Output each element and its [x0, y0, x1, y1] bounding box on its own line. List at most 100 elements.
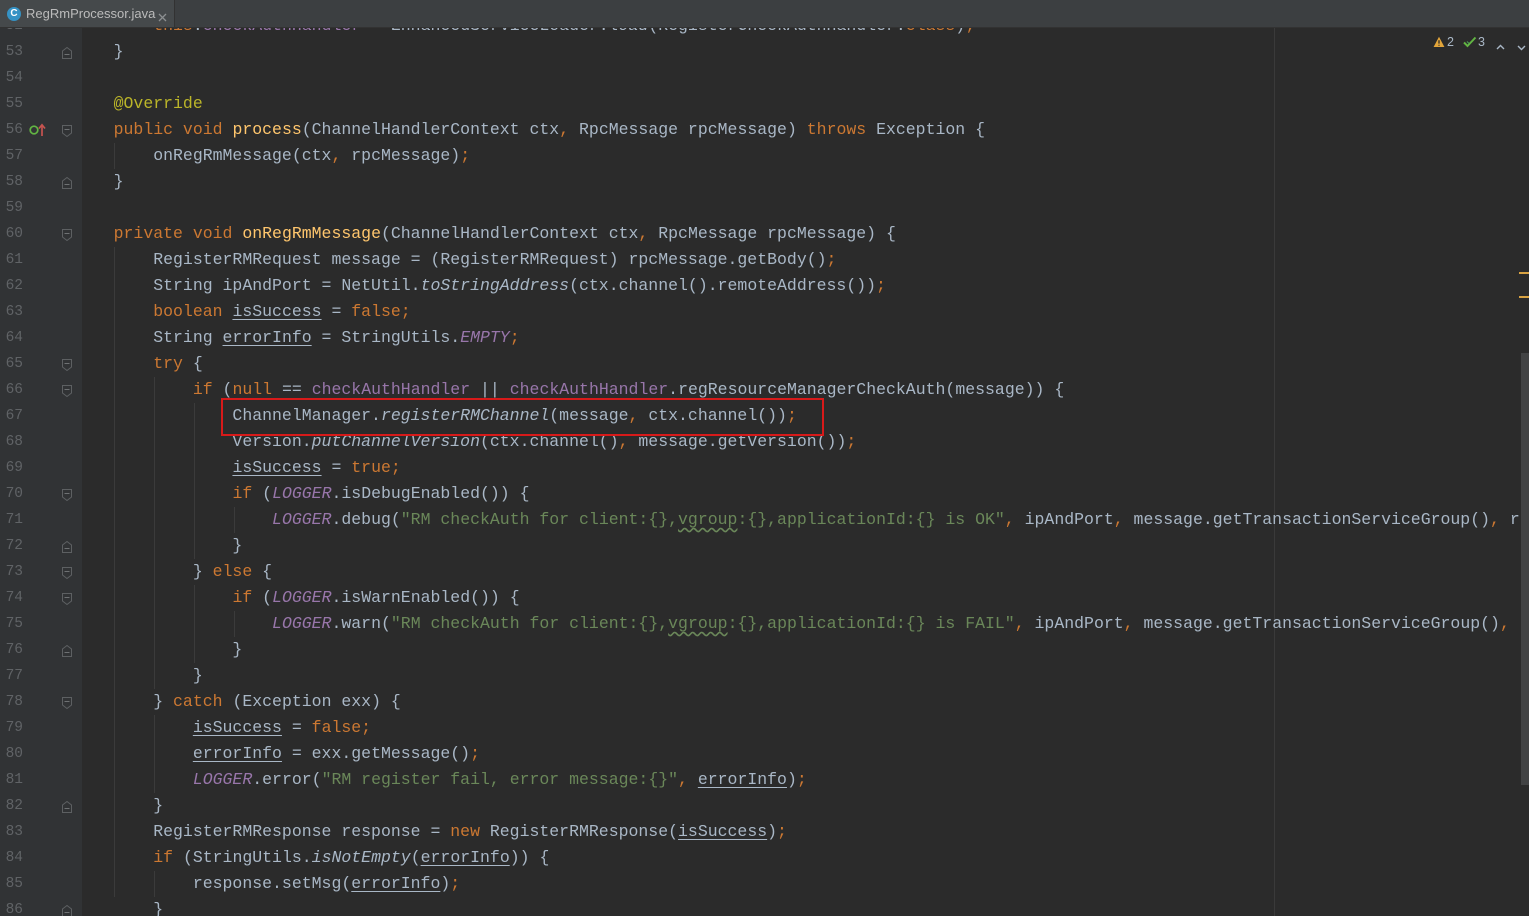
- code-line[interactable]: 73 } else {: [0, 559, 1529, 585]
- code-text[interactable]: if (LOGGER.isDebugEnabled()) {: [74, 481, 529, 507]
- warning-stripe-mark[interactable]: [1519, 272, 1529, 274]
- code-line[interactable]: 57 onRegRmMessage(ctx, rpcMessage);: [0, 143, 1529, 169]
- code-line[interactable]: 76 }: [0, 637, 1529, 663]
- code-line[interactable]: 63 boolean isSuccess = false;: [0, 299, 1529, 325]
- line-number: 59: [5, 200, 23, 216]
- code-line[interactable]: 58 }: [0, 169, 1529, 195]
- fold-end-icon[interactable]: [62, 176, 72, 189]
- code-text[interactable]: errorInfo = exx.getMessage();: [74, 741, 480, 767]
- code-text[interactable]: if (LOGGER.isWarnEnabled()) {: [74, 585, 519, 611]
- code-token: LOGGER: [272, 484, 332, 503]
- code-text[interactable]: LOGGER.error("RM register fail, error me…: [74, 767, 807, 793]
- code-text[interactable]: }: [74, 533, 242, 559]
- code-token: ,: [559, 120, 580, 139]
- warning-icon[interactable]: [1433, 35, 1445, 53]
- code-text[interactable]: }: [74, 169, 124, 195]
- code-line[interactable]: 56 public void process(ChannelHandlerCon…: [0, 117, 1529, 143]
- code-text[interactable]: RegisterRMRequest message = (RegisterRMR…: [74, 247, 836, 273]
- code-text[interactable]: }: [74, 39, 124, 65]
- code-text[interactable]: onRegRmMessage(ctx, rpcMessage);: [74, 143, 470, 169]
- code-text[interactable]: }: [74, 637, 242, 663]
- code-line[interactable]: 60 private void onRegRmMessage(ChannelHa…: [0, 221, 1529, 247]
- code-line[interactable]: 64 String errorInfo = StringUtils.EMPTY;: [0, 325, 1529, 351]
- code-text[interactable]: private void onRegRmMessage(ChannelHandl…: [74, 221, 896, 247]
- code-line[interactable]: 86 }: [0, 897, 1529, 916]
- fold-end-icon[interactable]: [62, 644, 72, 657]
- code-line[interactable]: 82 }: [0, 793, 1529, 819]
- fold-end-icon[interactable]: [62, 800, 72, 813]
- fold-start-icon[interactable]: [62, 566, 72, 580]
- code-token: LOGGER: [272, 588, 332, 607]
- code-text[interactable]: String ipAndPort = NetUtil.toStringAddre…: [74, 273, 886, 299]
- vertical-scrollbar-thumb[interactable]: [1521, 353, 1529, 785]
- code-line[interactable]: 83 RegisterRMResponse response = new Reg…: [0, 819, 1529, 845]
- code-text[interactable]: } else {: [74, 559, 272, 585]
- code-text[interactable]: response.setMsg(errorInfo);: [74, 871, 460, 897]
- code-line[interactable]: 62 String ipAndPort = NetUtil.toStringAd…: [0, 273, 1529, 299]
- editor-tab[interactable]: C RegRmProcessor.java: [0, 0, 175, 27]
- code-line[interactable]: 77 }: [0, 663, 1529, 689]
- check-icon[interactable]: [1463, 35, 1477, 53]
- code-line[interactable]: 65 try {: [0, 351, 1529, 377]
- line-number: 62: [5, 278, 23, 294]
- code-line[interactable]: 78 } catch (Exception exx) {: [0, 689, 1529, 715]
- code-token: ,: [638, 224, 659, 243]
- code-line[interactable]: 81 LOGGER.error("RM register fail, error…: [0, 767, 1529, 793]
- code-line[interactable]: 80 errorInfo = exx.getMessage();: [0, 741, 1529, 767]
- close-icon[interactable]: [158, 9, 167, 22]
- code-line[interactable]: 61 RegisterRMRequest message = (Register…: [0, 247, 1529, 273]
- code-line[interactable]: 85 response.setMsg(errorInfo);: [0, 871, 1529, 897]
- code-text[interactable]: if (StringUtils.isNotEmpty(errorInfo)) {: [74, 845, 549, 871]
- code-text[interactable]: public void process(ChannelHandlerContex…: [74, 117, 985, 143]
- code-line[interactable]: 74 if (LOGGER.isWarnEnabled()) {: [0, 585, 1529, 611]
- code-text[interactable]: } catch (Exception exx) {: [74, 689, 401, 715]
- code-line[interactable]: 84 if (StringUtils.isNotEmpty(errorInfo)…: [0, 845, 1529, 871]
- code-text[interactable]: }: [74, 793, 163, 819]
- fold-end-icon[interactable]: [62, 46, 72, 59]
- fold-start-icon[interactable]: [62, 124, 72, 138]
- code-text[interactable]: RegisterRMResponse response = new Regist…: [74, 819, 787, 845]
- code-text[interactable]: @Override: [74, 91, 203, 117]
- code-line[interactable]: 79 isSuccess = false;: [0, 715, 1529, 741]
- code-token: @Override: [113, 94, 203, 113]
- editor-code-area[interactable]: 52 this.checkAuthHandler = EnhancedServi…: [0, 13, 1529, 916]
- fold-start-icon[interactable]: [62, 228, 72, 242]
- code-token: errorInfo: [351, 874, 441, 893]
- code-line[interactable]: 71 LOGGER.debug("RM checkAuth for client…: [0, 507, 1529, 533]
- code-text[interactable]: }: [74, 663, 203, 689]
- fold-start-icon[interactable]: [62, 592, 72, 606]
- fold-start-icon[interactable]: [62, 358, 72, 372]
- code-text[interactable]: isSuccess = false;: [74, 715, 371, 741]
- code-line[interactable]: 59: [0, 195, 1529, 221]
- fold-end-icon[interactable]: [62, 904, 72, 916]
- code-line[interactable]: 70 if (LOGGER.isDebugEnabled()) {: [0, 481, 1529, 507]
- code-line[interactable]: 72 }: [0, 533, 1529, 559]
- code-text[interactable]: }: [74, 897, 163, 916]
- inspection-widget[interactable]: 2 3: [1430, 33, 1526, 51]
- fold-start-icon[interactable]: [62, 488, 72, 502]
- code-text[interactable]: try {: [74, 351, 203, 377]
- line-number: 60: [5, 226, 23, 242]
- code-line[interactable]: 69 isSuccess = true;: [0, 455, 1529, 481]
- code-token: vgroup: [668, 614, 728, 633]
- fold-start-icon[interactable]: [62, 384, 72, 398]
- line-number: 79: [5, 720, 23, 736]
- code-text[interactable]: isSuccess = true;: [74, 455, 400, 481]
- code-text[interactable]: LOGGER.warn("RM checkAuth for client:{},…: [74, 611, 1510, 637]
- code-token: LOGGER: [192, 770, 253, 789]
- line-number: 67: [5, 408, 23, 424]
- code-line[interactable]: 54: [0, 65, 1529, 91]
- code-line[interactable]: 55 @Override: [0, 91, 1529, 117]
- chevron-down-icon[interactable]: [1517, 38, 1526, 56]
- chevron-up-icon[interactable]: [1496, 37, 1505, 55]
- overrides-method-icon[interactable]: [29, 122, 47, 138]
- code-text[interactable]: boolean isSuccess = false;: [74, 299, 410, 325]
- code-text[interactable]: LOGGER.debug("RM checkAuth for client:{}…: [74, 507, 1520, 533]
- code-text[interactable]: String errorInfo = StringUtils.EMPTY;: [74, 325, 519, 351]
- code-line[interactable]: 53 }: [0, 39, 1529, 65]
- code-line[interactable]: 75 LOGGER.warn("RM checkAuth for client:…: [0, 611, 1529, 637]
- line-number: 65: [5, 356, 23, 372]
- fold-end-icon[interactable]: [62, 540, 72, 553]
- warning-stripe-mark[interactable]: [1519, 296, 1529, 298]
- fold-start-icon[interactable]: [62, 696, 72, 710]
